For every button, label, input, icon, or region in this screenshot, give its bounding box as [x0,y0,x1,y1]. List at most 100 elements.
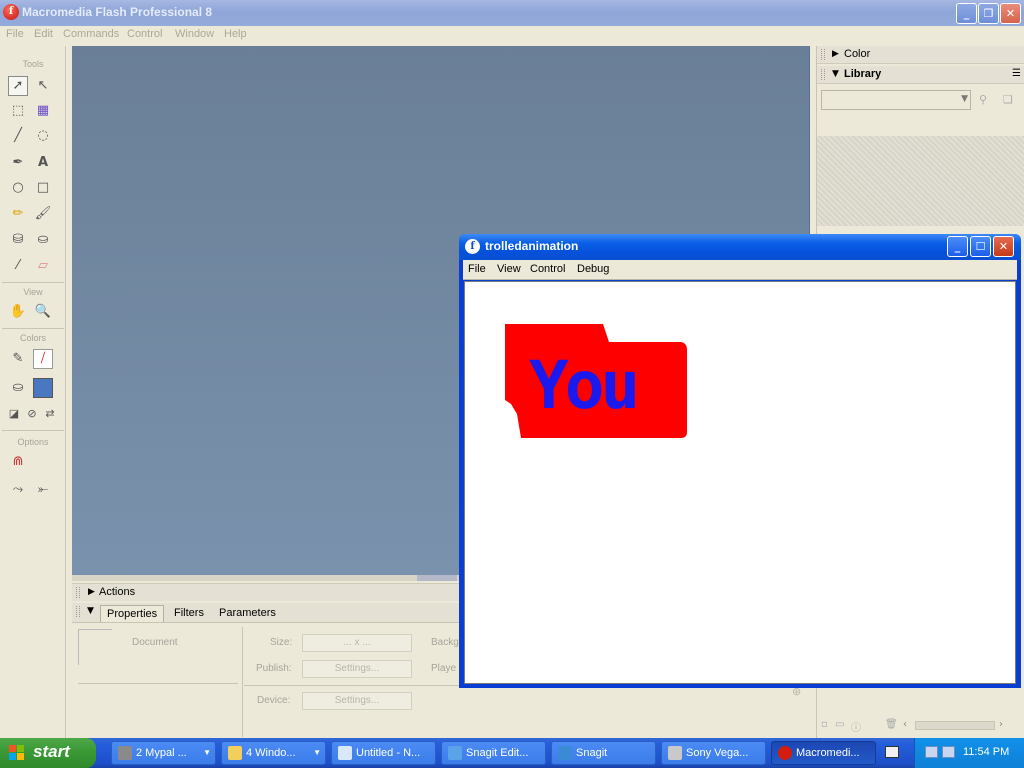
smooth-icon[interactable]: ⤳ [8,480,28,500]
new-library-panel-icon[interactable]: ❏ [1003,93,1013,106]
ink-bottle-tool-icon[interactable]: ⛁ [8,230,28,250]
eyedropper-tool-icon[interactable]: ⁄ [8,256,28,276]
task-windows-explorer[interactable]: 4 Windo... ▼ [221,741,326,765]
stroke-color-swatch[interactable]: ⧸ [33,349,53,369]
view-divider [2,328,64,329]
actions-label[interactable]: Actions [99,586,135,598]
flash-player-window[interactable]: f trolledanimation _ ☐ ✕ File View Contr… [459,234,1021,688]
menu-window[interactable]: Window [175,28,214,40]
tab-properties[interactable]: Properties [100,605,165,622]
fill-color-icon[interactable]: ⛀ [8,378,28,398]
menu-control[interactable]: Control [127,28,162,40]
size-button[interactable]: ... x ... [302,634,412,652]
restore-button[interactable]: ❐ [978,3,999,24]
clock[interactable]: 11:54 PM [963,746,1009,758]
player-menu-debug[interactable]: Debug [577,263,609,275]
task-sony-vegas[interactable]: Sony Vega... [661,741,766,765]
library-scrollbar[interactable] [915,721,995,730]
lasso-tool-icon[interactable]: ◌ [33,126,53,146]
no-color-icon[interactable]: ⊘ [22,404,42,424]
hand-tool-icon[interactable]: ✋ [8,302,28,322]
color-panel-header[interactable]: ▶ Color [817,46,1024,64]
task-macromedia-flash[interactable]: Macromedi... [771,741,876,765]
delete-icon[interactable]: 🗑 [885,719,898,730]
menu-edit[interactable]: Edit [34,28,53,40]
scroll-left-icon[interactable]: ‹ [903,719,907,730]
pen-tool-icon[interactable]: ✒ [8,153,28,173]
selection-tool-icon[interactable]: ➚ [8,76,28,96]
player-title-bar[interactable]: f trolledanimation _ ☐ ✕ [459,234,1021,260]
scrollbar-handle[interactable] [417,575,457,581]
network-icon[interactable] [925,746,938,758]
close-button[interactable]: ✕ [1000,3,1021,24]
minimize-button[interactable]: _ [956,3,977,24]
tab-filters[interactable]: Filters [168,605,210,622]
display-icon[interactable] [942,746,955,758]
menu-commands[interactable]: Commands [63,28,119,40]
library-panel-header[interactable]: ▼ Library ☰ [817,66,1024,84]
main-title-bar[interactable]: f Macromedia Flash Professional 8 _ ❐ ✕ [0,0,1024,26]
line-tool-icon[interactable]: ╱ [8,126,28,146]
player-close-button[interactable]: ✕ [993,236,1014,257]
start-button[interactable]: start [0,738,96,768]
tab-parameters[interactable]: Parameters [213,605,282,622]
collapse-triangle-icon[interactable]: ▼ [832,69,839,79]
task-notepad[interactable]: Untitled - N... [331,741,436,765]
panel-grip-icon[interactable] [76,606,80,617]
pencil-tool-icon[interactable]: ✏ [8,204,28,224]
properties-icon[interactable]: ⓘ [851,719,861,734]
collapse-triangle-icon[interactable]: ▼ [87,606,94,616]
player-label: Playe [431,663,457,674]
text-tool-icon[interactable]: A [33,153,53,173]
menu-help[interactable]: Help [224,28,247,40]
task-label: 4 Windo... [246,747,296,759]
player-canvas[interactable]: You [464,281,1016,684]
panel-grip-icon[interactable] [76,587,80,598]
player-maximize-button[interactable]: ☐ [970,236,991,257]
scroll-right-icon[interactable]: › [999,719,1003,730]
color-panel-label[interactable]: Color [844,48,870,60]
panel-grip-icon[interactable] [821,49,825,60]
paint-bucket-tool-icon[interactable]: ⛀ [33,230,53,250]
flash-app-icon[interactable]: f [3,4,19,20]
expand-triangle-icon[interactable]: ▶ [832,49,839,59]
new-folder-icon[interactable]: ▭ [835,719,844,730]
fill-transform-tool-icon[interactable]: ▦ [33,101,53,121]
device-settings-button[interactable]: Settings... [302,692,412,710]
free-transform-tool-icon[interactable]: ⬚ [8,101,28,121]
player-menu-control[interactable]: Control [530,263,565,275]
panel-grip-icon[interactable] [821,69,825,80]
flash-icon [778,746,792,760]
player-menu-view[interactable]: View [497,263,521,275]
snap-to-objects-icon[interactable]: ⋒ [8,452,28,472]
oval-tool-icon[interactable]: ○ [8,178,28,198]
rectangle-tool-icon[interactable]: □ [33,178,53,198]
expand-triangle-icon[interactable]: ▶ [88,587,95,597]
chevron-down-icon: ▼ [313,748,321,757]
straighten-icon[interactable]: ⤜ [33,480,53,500]
player-minimize-button[interactable]: _ [947,236,968,257]
swap-colors-icon[interactable]: ⇄ [40,404,60,424]
fill-color-swatch[interactable] [33,378,53,398]
document-icon [78,629,112,665]
task-snagit-editor[interactable]: Snagit Edit... [441,741,546,765]
default-colors-icon[interactable]: ◪ [4,404,24,424]
eraser-tool-icon[interactable]: ▱ [33,256,53,276]
panel-options-icon[interactable]: ☰ [1012,68,1021,79]
library-panel-label[interactable]: Library [844,68,881,80]
task-snagit[interactable]: Snagit [551,741,656,765]
menu-file[interactable]: File [6,28,24,40]
keyboard-icon[interactable] [885,746,899,758]
zoom-tool-icon[interactable]: 🔍 [33,302,53,322]
player-menu-file[interactable]: File [468,263,486,275]
document-label: Document [132,637,178,648]
flash-player-icon[interactable]: f [465,239,480,254]
task-mypal[interactable]: 2 Mypal ... ▼ [111,741,216,765]
subselection-tool-icon[interactable]: ↖ [33,76,53,96]
library-document-select[interactable]: ▼ [821,90,971,110]
pin-library-icon[interactable]: ⚲ [979,93,987,106]
brush-tool-icon[interactable]: 🖌 [33,204,53,224]
publish-settings-button[interactable]: Settings... [302,660,412,678]
stroke-color-icon[interactable]: ✎ [8,349,28,369]
new-symbol-icon[interactable]: ▫ [821,719,828,730]
